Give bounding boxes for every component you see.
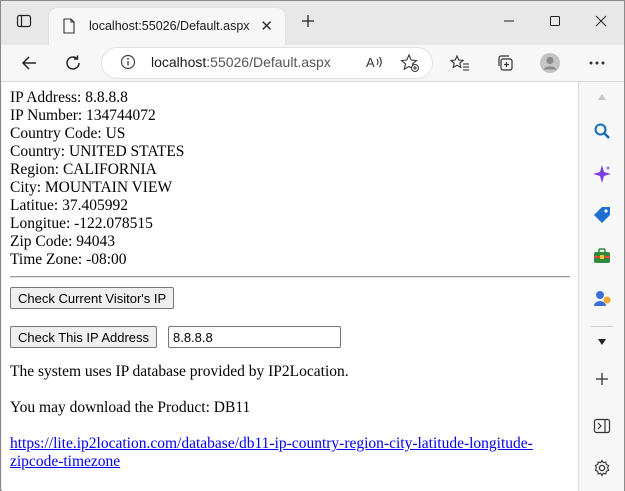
info-icon[interactable] — [120, 54, 136, 75]
read-aloud-icon[interactable]: A — [365, 53, 385, 76]
latitude-line: Latitue: 37.405992 — [10, 197, 128, 214]
back-icon[interactable] — [14, 48, 44, 78]
maximize-icon[interactable] — [532, 1, 578, 41]
download-link[interactable]: https://lite.ip2location.com/database/db… — [10, 435, 533, 471]
divider — [10, 276, 570, 278]
sidebar-chevron-icon[interactable] — [590, 330, 614, 354]
url-text[interactable]: localhost:55026/Default.aspx — [151, 54, 331, 70]
refresh-icon[interactable] — [58, 48, 88, 78]
download-link-line1[interactable]: https://lite.ip2location.com/database/db… — [10, 435, 533, 452]
add-favorite-icon[interactable] — [400, 53, 420, 78]
database-note: The system uses IP database provided by … — [10, 363, 349, 380]
edge-sidebar — [579, 82, 624, 491]
profile-avatar-icon[interactable] — [535, 48, 565, 78]
ip-number-line: IP Number: 134744072 — [10, 107, 156, 124]
address-bar[interactable]: localhost:55026/Default.aspx A — [101, 47, 433, 79]
sidebar-divider — [591, 326, 613, 327]
page-icon — [62, 18, 76, 39]
country-line: Country: UNITED STATES — [10, 143, 185, 160]
tab-title: localhost:55026/Default.aspx — [89, 19, 250, 33]
browser-window: localhost:55026/Default.aspx ✕ localhost… — [0, 0, 625, 491]
search-icon[interactable] — [590, 119, 614, 143]
hide-sidebar-icon[interactable] — [590, 414, 614, 438]
tab-actions-icon[interactable] — [1, 1, 47, 41]
ip-address-input[interactable]: 8.8.8.8 — [168, 326, 341, 348]
time-zone-line: Time Zone: -08:00 — [10, 251, 127, 268]
more-options-icon[interactable] — [582, 48, 612, 78]
country-code-line: Country Code: US — [10, 125, 126, 142]
check-ip-address-button[interactable]: Check This IP Address — [10, 326, 158, 348]
shopping-tag-icon[interactable] — [590, 203, 614, 227]
close-window-icon[interactable] — [578, 1, 624, 41]
ip-address-line: IP Address: 8.8.8.8 — [10, 89, 128, 106]
longitude-line: Longitue: -122.078515 — [10, 215, 153, 232]
city-line: City: MOUNTAIN VIEW — [10, 179, 173, 196]
tab-strip: localhost:55026/Default.aspx ✕ — [1, 1, 624, 45]
product-note: You may download the Product: DB11 — [10, 399, 251, 416]
svg-text:A: A — [366, 55, 375, 70]
office-games-icon[interactable] — [590, 286, 614, 310]
url-path: :55026/Default.aspx — [206, 54, 331, 70]
check-visitor-ip-button[interactable]: Check Current Visitor's IP — [10, 287, 175, 309]
region-line: Region: CALIFORNIA — [10, 161, 157, 178]
scroll-up-icon[interactable] — [590, 85, 614, 109]
collections-icon[interactable] — [490, 48, 520, 78]
copilot-icon[interactable] — [590, 162, 614, 186]
favorites-icon[interactable] — [445, 48, 475, 78]
tools-icon[interactable] — [590, 244, 614, 268]
page-content: IP Address: 8.8.8.8 IP Number: 134744072… — [2, 82, 578, 491]
add-sidebar-app-icon[interactable] — [590, 367, 614, 391]
tab-active[interactable]: localhost:55026/Default.aspx ✕ — [49, 8, 285, 45]
close-tab-icon[interactable]: ✕ — [260, 17, 273, 35]
minimize-icon[interactable] — [486, 1, 532, 41]
navigation-toolbar: localhost:55026/Default.aspx A — [1, 45, 624, 82]
zip-code-line: Zip Code: 94043 — [10, 233, 116, 250]
settings-gear-icon[interactable] — [590, 456, 614, 480]
download-link-line2[interactable]: zipcode-timezone — [10, 453, 120, 470]
url-host: localhost — [151, 54, 207, 70]
new-tab-icon[interactable] — [285, 1, 331, 41]
